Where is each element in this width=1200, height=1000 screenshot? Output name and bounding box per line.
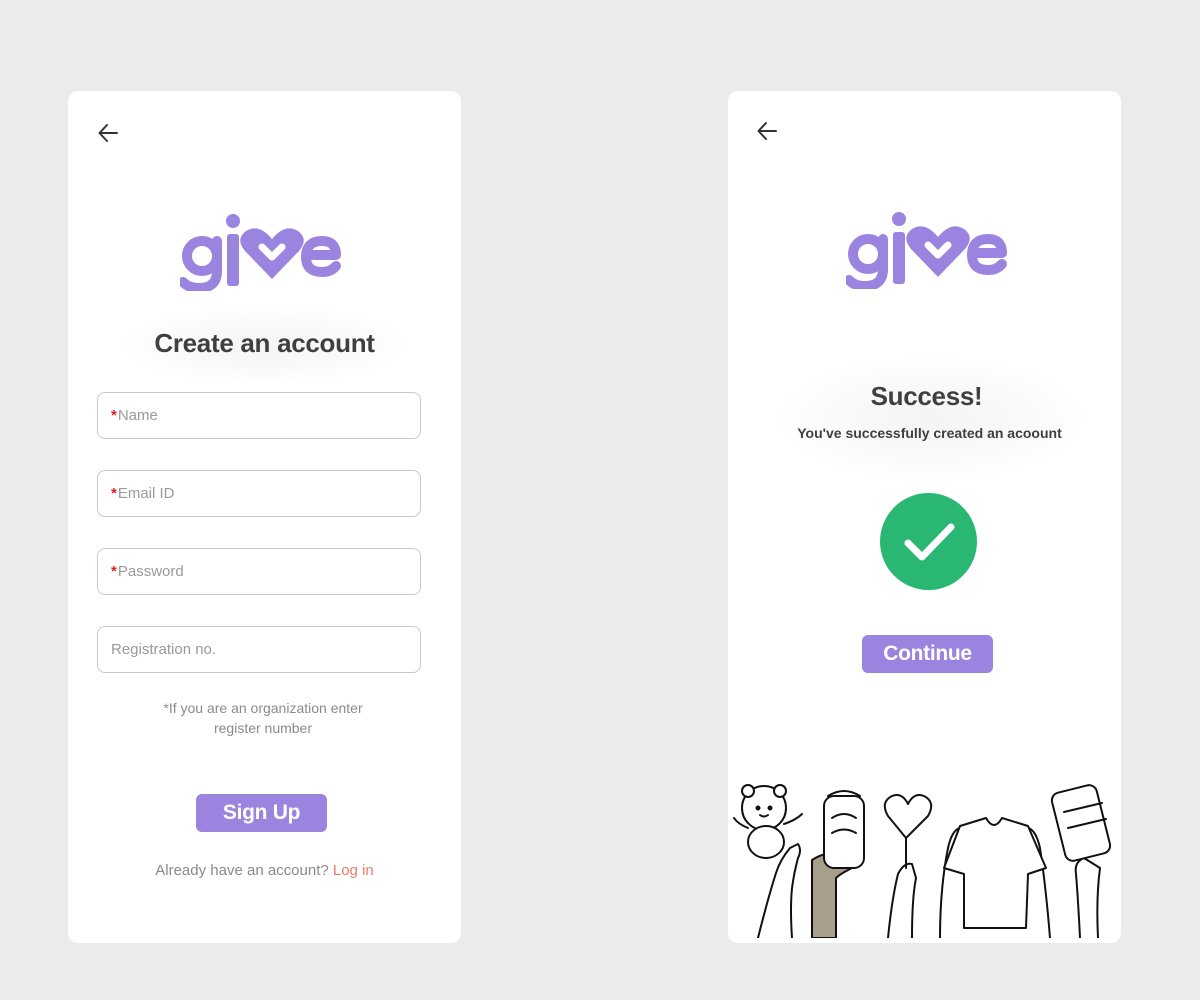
email-placeholder: Email ID [117,485,175,502]
password-placeholder: Password [117,563,184,580]
success-title: Success! [870,381,983,411]
back-button[interactable] [754,117,782,145]
org-hint-line1: *If you are an organization enter [163,700,363,716]
signup-card: Create an account * Name * Email ID * Passw… [68,91,461,943]
name-placeholder: Name [117,407,158,424]
donation-hands-illustration [728,778,1121,943]
required-mark: * [111,485,117,502]
registration-field[interactable]: Registration no. [97,626,421,673]
arrow-left-icon [757,122,777,140]
success-message: You've successfully created an acoount [797,425,1062,441]
give-logo [180,209,345,291]
continue-button[interactable]: Continue [862,635,993,673]
sign-up-button[interactable]: Sign Up [196,794,327,832]
success-card: Success! You've successfully created an … [728,91,1121,943]
name-field[interactable]: * Name [97,392,421,439]
password-field[interactable]: * Password [97,548,421,595]
page-title: Create an account [154,328,375,358]
email-field[interactable]: * Email ID [97,470,421,517]
required-mark: * [111,563,117,580]
check-circle-icon [880,493,977,595]
registration-placeholder: Registration no. [111,641,217,658]
login-prompt-line: Already have an account? Log in [68,862,461,879]
back-button[interactable] [95,119,123,147]
login-link[interactable]: Log in [333,862,374,879]
give-logo [846,207,1011,289]
arrow-left-icon [98,124,118,142]
org-hint-line2: register number [213,720,313,736]
login-prompt-text: Already have an account? [155,862,329,879]
required-mark: * [111,407,117,424]
message-glow [776,356,1086,481]
